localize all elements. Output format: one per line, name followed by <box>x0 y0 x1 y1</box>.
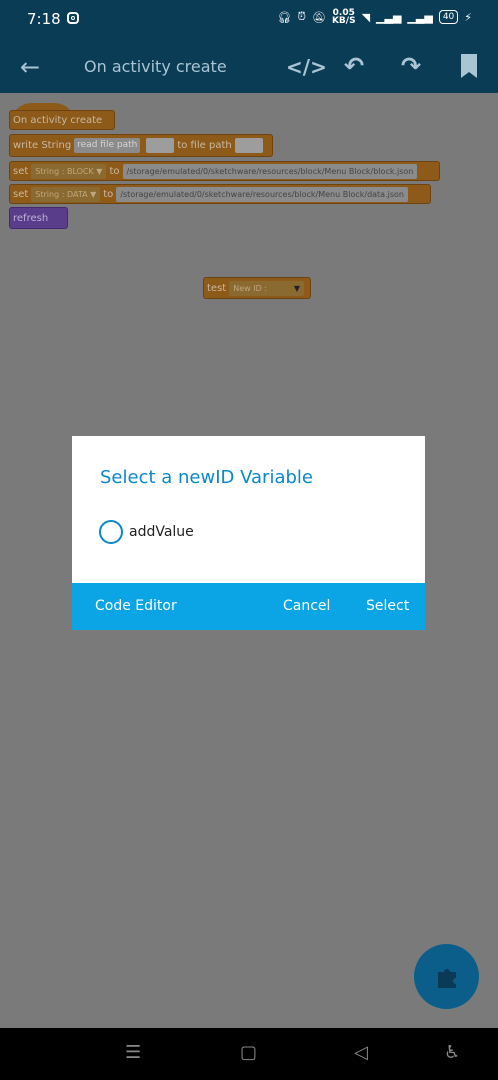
test-dropdown[interactable]: New ID : ▼ <box>229 280 304 296</box>
cancel-button[interactable]: Cancel <box>283 598 330 614</box>
undo-icon[interactable]: ↶ <box>344 52 364 80</box>
page-title: On activity create <box>84 57 227 76</box>
battery-icon: 40 <box>438 10 459 24</box>
path-field-2[interactable]: /storage/emulated/0/sketchware/resources… <box>116 186 408 202</box>
mute-icon: 🔕︎ <box>311 10 326 24</box>
home-icon[interactable]: ▢ <box>240 1042 257 1063</box>
bookmark-icon[interactable] <box>459 54 479 84</box>
app-bar: ← On activity create </> ↶ ↷ <box>0 40 498 93</box>
status-icons: 🎧︎ ⏰︎ 🔕︎ 0.05 KB/S ◥ ▁▃▅ ▁▃▅ 40 ⚡︎ <box>277 8 472 26</box>
set-block-2[interactable]: set String : DATA ▼ to /storage/emulated… <box>9 184 431 204</box>
select-variable-dialog: Select a newID Variable addValue Code Ed… <box>72 436 425 630</box>
system-nav-bar: ☰ ▢ ◁ ♿︎ <box>0 1028 498 1080</box>
charging-icon: ⚡︎ <box>464 10 472 24</box>
code-icon[interactable]: </> <box>286 55 327 79</box>
write-string-block[interactable]: write String read file path to file path <box>9 134 273 157</box>
dialog-footer: Code Editor Cancel Select <box>72 583 425 630</box>
wifi-icon: ◥ <box>361 10 371 24</box>
refresh-block[interactable]: refresh <box>9 207 68 229</box>
read-path-field[interactable] <box>146 138 175 153</box>
network-speed: 0.05 KB/S <box>331 8 356 26</box>
select-button[interactable]: Select <box>366 598 409 614</box>
alarm-icon: ⏰︎ <box>297 10 306 23</box>
test-block[interactable]: test New ID : ▼ <box>203 277 311 299</box>
status-time: 7:18 <box>27 10 61 28</box>
path-field-1[interactable]: /storage/emulated/0/sketchware/resources… <box>122 163 418 179</box>
status-bar: 7:18 🎧︎ ⏰︎ 🔕︎ 0.05 KB/S ◥ ▁▃▅ ▁▃▅ 40 ⚡︎ <box>0 0 498 40</box>
set-dropdown-2[interactable]: String : DATA ▼ <box>31 186 101 202</box>
back-icon[interactable]: ◁ <box>354 1042 368 1063</box>
instagram-icon <box>67 12 79 24</box>
accessibility-icon[interactable]: ♿︎ <box>444 1042 460 1063</box>
headphones-icon: 🎧︎ <box>277 10 292 24</box>
radio-addvalue[interactable] <box>99 520 123 544</box>
add-block-fab[interactable] <box>414 944 479 1009</box>
redo-icon[interactable]: ↷ <box>401 52 421 80</box>
radio-label-addvalue[interactable]: addValue <box>129 524 194 540</box>
puzzle-icon <box>437 968 456 988</box>
signal-icon: ▁▃▅ <box>376 10 402 24</box>
dialog-title: Select a newID Variable <box>100 467 313 488</box>
menu-icon[interactable]: ☰ <box>125 1042 141 1063</box>
to-path-field[interactable] <box>234 138 263 153</box>
signal-icon-2: ▁▃▅ <box>407 10 433 24</box>
back-arrow-icon[interactable]: ← <box>20 53 40 81</box>
set-dropdown-1[interactable]: String : BLOCK ▼ <box>31 163 107 179</box>
set-block-1[interactable]: set String : BLOCK ▼ to /storage/emulate… <box>9 161 440 181</box>
event-block[interactable]: On activity create <box>9 110 115 130</box>
code-editor-button[interactable]: Code Editor <box>95 598 177 614</box>
